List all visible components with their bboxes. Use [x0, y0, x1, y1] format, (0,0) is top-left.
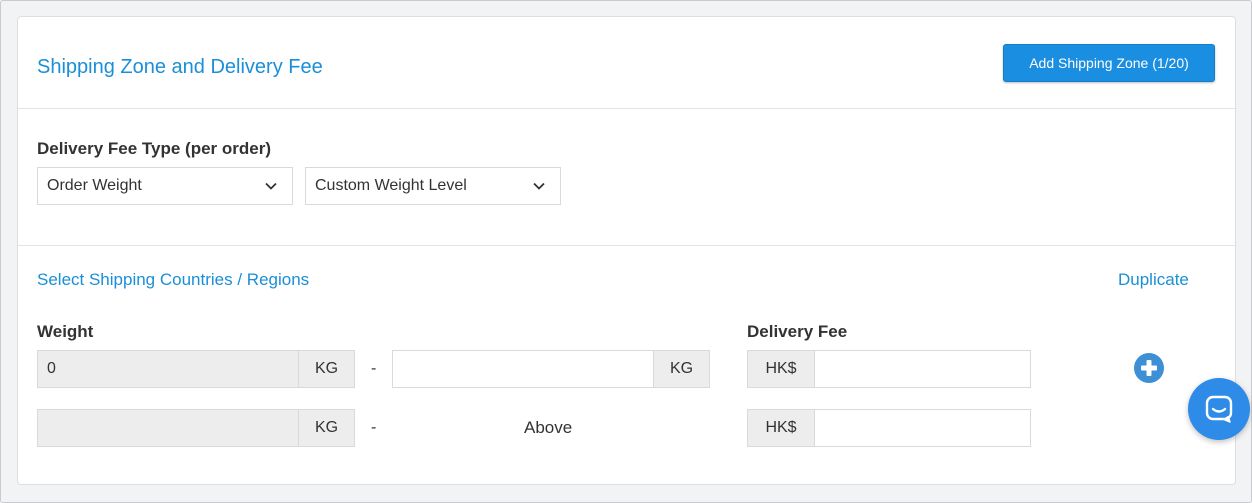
weight-to-input[interactable]: [392, 350, 654, 388]
select-shipping-countries-link[interactable]: Select Shipping Countries / Regions: [37, 270, 309, 290]
duplicate-link[interactable]: Duplicate: [1118, 270, 1189, 290]
weight-label: Weight: [37, 322, 94, 341]
currency-addon: HK$: [747, 409, 815, 447]
page-title: Shipping Zone and Delivery Fee: [37, 56, 323, 78]
fee-type-select-value: Order Weight: [47, 177, 142, 194]
weight-level-select[interactable]: Custom Weight Level: [305, 167, 561, 205]
range-separator: -: [371, 360, 377, 377]
card-header: Shipping Zone and Delivery Fee Add Shipp…: [18, 17, 1235, 109]
fee-type-select[interactable]: Order Weight: [37, 167, 293, 205]
add-shipping-zone-button[interactable]: Add Shipping Zone (1/20): [1003, 44, 1215, 82]
weight-unit-addon: KG: [298, 409, 355, 447]
range-separator: -: [371, 419, 377, 436]
weight-unit-addon: KG: [653, 350, 710, 388]
delivery-fee-type-label: Delivery Fee Type (per order): [37, 139, 271, 158]
plus-circle-icon[interactable]: [1133, 352, 1165, 384]
weight-unit-addon: KG: [298, 350, 355, 388]
weight-level-select-value: Custom Weight Level: [315, 177, 467, 194]
chat-bubble-icon: [1205, 395, 1233, 423]
chat-launcher-button[interactable]: [1188, 378, 1250, 440]
chevron-down-icon: [533, 182, 545, 190]
delivery-fee-label: Delivery Fee: [747, 322, 848, 341]
chevron-down-icon: [265, 182, 277, 190]
delivery-fee-input[interactable]: [814, 350, 1031, 388]
currency-addon: HK$: [747, 350, 815, 388]
delivery-fee-type-section: Delivery Fee Type (per order) Order Weig…: [18, 109, 1235, 246]
above-text: Above: [524, 418, 573, 437]
weight-from-input: 0: [37, 350, 299, 388]
shipping-zone-card: Shipping Zone and Delivery Fee Add Shipp…: [17, 16, 1236, 485]
weight-from-input: [37, 409, 299, 447]
delivery-fee-input[interactable]: [814, 409, 1031, 447]
